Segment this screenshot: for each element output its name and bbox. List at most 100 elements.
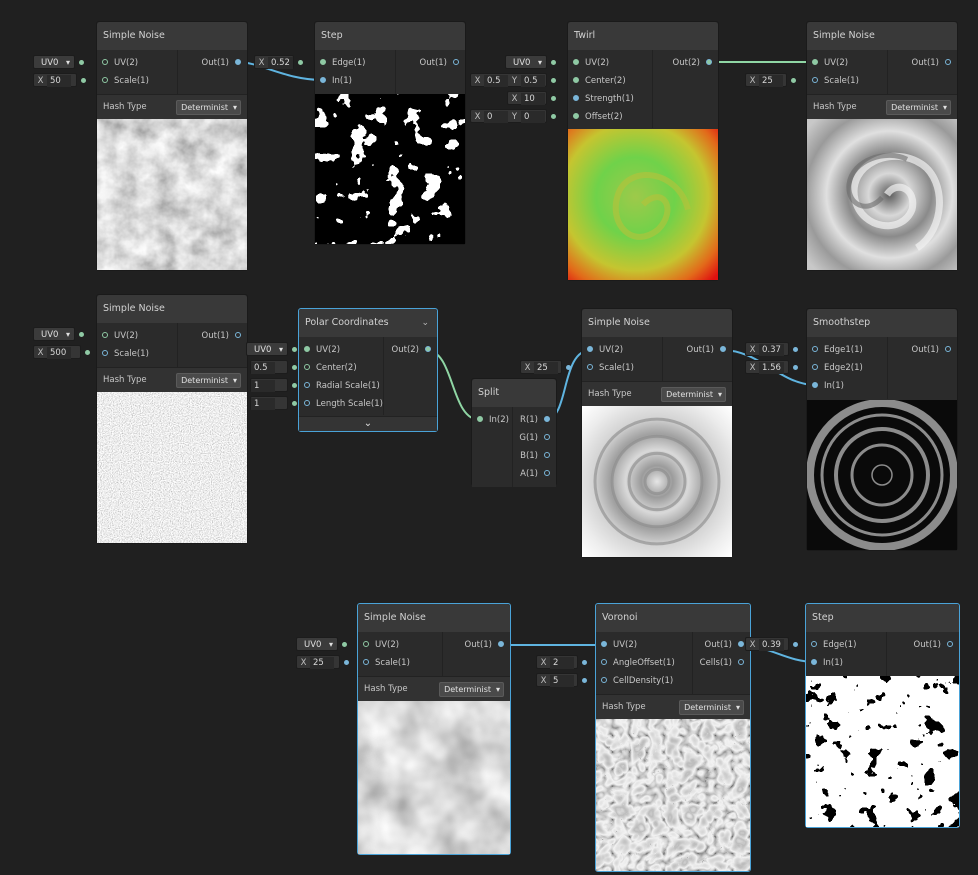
port-label: UV(2) [824, 58, 849, 68]
out-port[interactable]: Out(1) [177, 327, 247, 345]
simple-noise-node[interactable]: Simple Noise UV(2) Scale(1) Out(1) Hash … [806, 21, 958, 271]
axis-label: X [749, 363, 756, 373]
node-preview [807, 400, 957, 550]
port-label: Radial Scale(1) [316, 381, 380, 391]
axis-label: X [749, 76, 756, 86]
uv-dropdown[interactable]: UV0 [246, 342, 297, 357]
scale-value: 25 [759, 75, 783, 87]
simple-noise-node[interactable]: Simple Noise UV(2) Scale(1) Out(1) Hash … [581, 308, 733, 558]
edge-field[interactable]: X 0.52 [254, 55, 303, 69]
twirl-node[interactable]: Twirl UV(2) Center(2) Strength(1) Offset… [567, 21, 719, 281]
uv-dropdown[interactable]: UV0 [33, 55, 84, 70]
simple-noise-node[interactable]: Simple Noise UV(2) Scale(1) Out(1) Hash … [96, 294, 248, 544]
length-scale-field[interactable]: 1 [250, 396, 297, 410]
edge1-field[interactable]: X 0.37 [745, 342, 798, 356]
hash-type-dropdown[interactable]: Determinist [176, 100, 241, 115]
split-node[interactable]: Split In(2) R(1) G(1) B(1) A(1) [471, 378, 557, 487]
collapse-chevron-icon[interactable]: ⌄ [421, 309, 429, 337]
out-port[interactable]: Out(1) [662, 341, 732, 359]
port-label: In(2) [489, 415, 509, 425]
radial-scale-field[interactable]: 1 [250, 378, 297, 392]
strength-field[interactable]: X 10 [507, 91, 556, 105]
cells-output-port[interactable]: Cells(1) [692, 654, 750, 672]
scale-field[interactable]: X 25 [745, 73, 796, 87]
r-output-port[interactable]: R(1) [516, 411, 556, 429]
port-label: CellDensity(1) [613, 676, 674, 686]
axis-label: X [300, 658, 307, 668]
hash-type-row: Hash Type Determinist [596, 694, 750, 719]
hash-type-dropdown[interactable]: Determinist [679, 700, 744, 715]
uv-dropdown[interactable]: UV0 [296, 637, 347, 652]
out-port[interactable]: Out(1) [395, 54, 465, 72]
port-label: A(1) [520, 469, 538, 479]
port-label: Out(2) [391, 345, 419, 355]
port-label: Scale(1) [375, 658, 410, 668]
port-label: Out(1) [464, 640, 492, 650]
uv-dropdown[interactable]: UV0 [33, 327, 84, 342]
out-port[interactable]: Out(1) [692, 636, 750, 654]
g-output-port[interactable]: G(1) [516, 429, 556, 447]
hash-type-dropdown[interactable]: Determinist [176, 373, 241, 388]
port-label: Edge1(1) [824, 345, 863, 355]
port-label: UV(2) [316, 345, 341, 355]
edge-value: 0.39 [759, 639, 784, 651]
hash-type-label: Hash Type [103, 102, 147, 112]
hash-type-row: Hash Type Determinist [97, 367, 247, 392]
node-title: Simple Noise [807, 22, 957, 50]
voronoi-node[interactable]: Voronoi UV(2) AngleOffset(1) CellDensity… [595, 603, 751, 872]
node-title: Twirl [568, 22, 718, 50]
uv-value: UV0 [41, 330, 59, 340]
scale-field[interactable]: X 500 [33, 345, 90, 359]
smoothstep-node[interactable]: Smoothstep Edge1(1) Edge2(1) In(1) Out(1… [806, 308, 958, 551]
axis-label: Y [511, 76, 518, 86]
center-field[interactable]: X 0.5 Y 0.5 [470, 73, 556, 87]
port-label: Edge(1) [332, 58, 366, 68]
axis-label: X [749, 640, 756, 650]
out-port[interactable]: Out(1) [442, 636, 510, 654]
hash-type-dropdown[interactable]: Determinist [886, 100, 951, 115]
port-label: Center(2) [585, 76, 626, 86]
step-node[interactable]: Step Edge(1) In(1) Out(1) [314, 21, 466, 245]
b-output-port[interactable]: B(1) [516, 447, 556, 465]
simple-noise-node[interactable]: Simple Noise UV(2) Scale(1) Out(1) Hash … [357, 603, 511, 855]
scale-value: 500 [47, 347, 71, 359]
out-port[interactable]: Out(1) [177, 54, 247, 72]
edge-field[interactable]: X 0.39 [745, 637, 798, 651]
port-label: Scale(1) [114, 349, 149, 359]
simple-noise-node[interactable]: Simple Noise UV(2) Scale(1) Out(1) Hash … [96, 21, 248, 271]
scale-field[interactable]: X 50 [33, 73, 86, 87]
port-label: UV(2) [114, 331, 139, 341]
hash-type-label: Hash Type [588, 389, 632, 399]
uv-dropdown[interactable]: UV0 [505, 55, 556, 70]
expand-chevron-icon[interactable]: ⌄ [299, 416, 437, 431]
polar-coordinates-node[interactable]: Polar Coordinates ⌄ UV(2) Center(2) Radia… [298, 308, 438, 432]
center-field[interactable]: 0.5 [250, 360, 297, 374]
out-port[interactable]: Out(1) [887, 54, 957, 72]
axis-label: X [749, 345, 756, 355]
hash-type-row: Hash Type Determinist [358, 676, 510, 701]
out-port[interactable]: Out(1) [887, 636, 959, 654]
port-label: B(1) [520, 451, 538, 461]
cell-density-field[interactable]: X5 [536, 673, 587, 687]
node-title: Simple Noise [97, 22, 247, 50]
edge2-field[interactable]: X 1.56 [745, 360, 798, 374]
port-label: Out(1) [201, 58, 229, 68]
offset-field[interactable]: X0Y0 [470, 109, 556, 123]
port-label: In(1) [332, 76, 352, 86]
step-node[interactable]: Step Edge(1) In(1) Out(1) [805, 603, 960, 828]
axis-label: X [474, 76, 481, 86]
out-port[interactable]: Out(2) [383, 341, 437, 359]
hash-type-dropdown[interactable]: Determinist [661, 387, 726, 402]
hash-type-dropdown[interactable]: Determinist [439, 682, 504, 697]
port-label: Strength(1) [585, 94, 634, 104]
port-label: Edge2(1) [824, 363, 863, 373]
a-output-port[interactable]: A(1) [516, 465, 556, 483]
uv-value: UV0 [254, 345, 272, 355]
port-label: Out(1) [911, 58, 939, 68]
angle-offset-field[interactable]: X2 [536, 655, 587, 669]
axis-label: X [37, 76, 44, 86]
out-port[interactable]: Out(1) [887, 341, 957, 359]
scale-field[interactable]: X 25 [296, 655, 349, 669]
out-port[interactable]: Out(2) [652, 54, 718, 72]
scale-field[interactable]: X 25 [520, 360, 571, 374]
